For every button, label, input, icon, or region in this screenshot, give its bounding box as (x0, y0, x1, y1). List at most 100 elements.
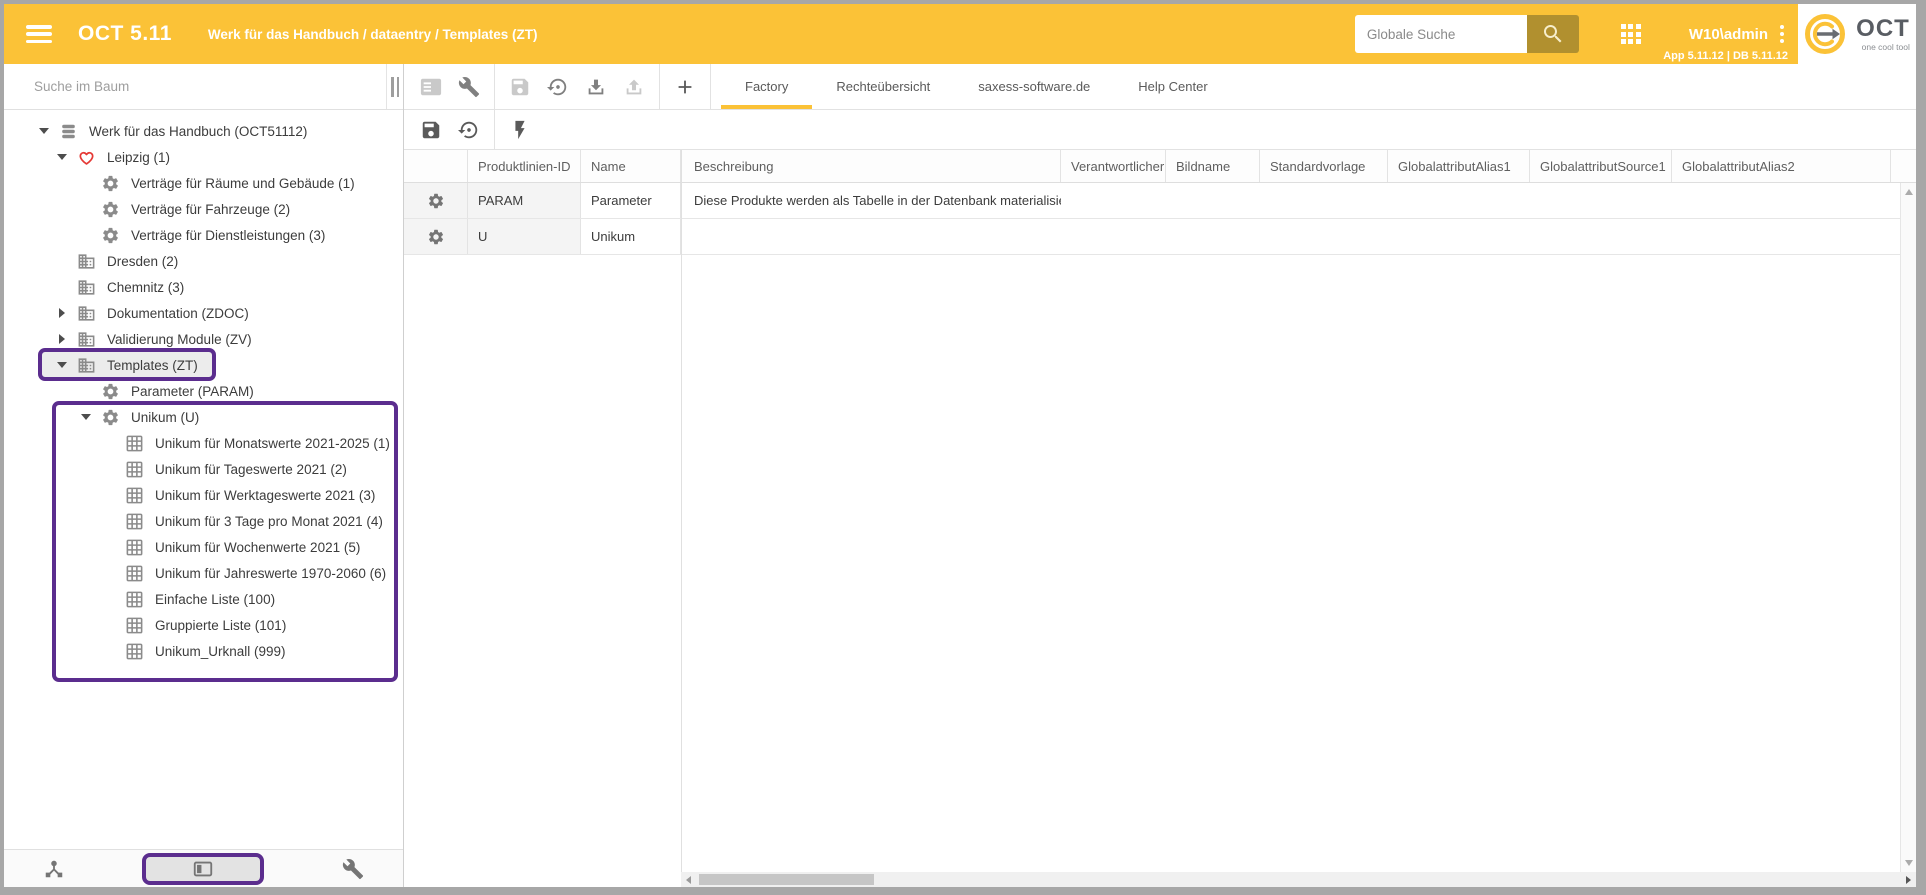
configure-button[interactable] (450, 64, 488, 109)
tree-item-validierung[interactable]: Validierung Module (ZV) (4, 326, 403, 352)
scroll-up-arrow[interactable] (1905, 189, 1913, 195)
save-button[interactable] (412, 110, 450, 149)
oct-logo-icon (1804, 11, 1850, 57)
tree-item-vertraege-dienstleistungen[interactable]: Verträge für Dienstleistungen (3) (4, 222, 403, 248)
row-gear-button[interactable] (404, 219, 468, 254)
download-button[interactable] (577, 64, 615, 109)
upload-button[interactable] (615, 64, 653, 109)
cell-name[interactable]: Unikum (581, 219, 681, 254)
save-button[interactable] (501, 64, 539, 109)
restore-button[interactable] (539, 64, 577, 109)
tree-item-unikum-tageswerte[interactable]: Unikum für Tageswerte 2021 (2) (4, 456, 403, 482)
tree-item-unikum-urknall[interactable]: Unikum_Urknall (999) (4, 638, 403, 664)
grid-header[interactable]: GlobalattributAlias1 (1388, 150, 1530, 182)
search-button[interactable] (1527, 15, 1579, 53)
grid-header[interactable]: Standardvorlage (1260, 150, 1388, 182)
secondary-toolbar (404, 110, 1916, 150)
grid-header[interactable]: GlobalattributAlias2 (1672, 150, 1891, 182)
navigation-tree: Werk für das Handbuch (OCT51112) Leipzig… (4, 110, 403, 849)
hierarchy-view-button[interactable] (43, 858, 65, 880)
table-grid-icon (122, 642, 146, 661)
cell-produktlinien-id[interactable]: U (468, 219, 581, 254)
building-icon (74, 252, 98, 271)
grid-header[interactable]: Beschreibung (681, 150, 1061, 182)
cell-beschreibung[interactable]: Diese Produkte werden als Tabelle in der… (681, 183, 1061, 218)
scroll-right-arrow[interactable] (1906, 876, 1911, 884)
grid-header[interactable]: Verantwortlicher (1061, 150, 1166, 182)
tree-item-unikum-jahreswerte[interactable]: Unikum für Jahreswerte 1970-2060 (6) (4, 560, 403, 586)
caret-right-icon[interactable] (50, 308, 74, 318)
table-grid-icon (122, 538, 146, 557)
tree-item-unikum-wochenwerte[interactable]: Unikum für Wochenwerte 2021 (5) (4, 534, 403, 560)
cell-name[interactable]: Parameter (581, 183, 681, 218)
cell-produktlinien-id[interactable]: PARAM (468, 183, 581, 218)
gear-icon (98, 200, 122, 219)
tree-item-parameter[interactable]: Parameter (PARAM) (4, 378, 403, 404)
table-row[interactable]: PARAM Parameter Diese Produkte werden al… (404, 183, 1916, 219)
data-grid: Produktlinien-ID Name Beschreibung Veran… (404, 150, 1916, 887)
kebab-menu-icon[interactable] (1780, 25, 1784, 43)
tree-item-templates[interactable]: Templates (ZT) (4, 352, 403, 378)
user-menu[interactable]: W10\admin (1689, 25, 1784, 43)
tree-item-unikum-werktageswerte[interactable]: Unikum für Werktageswerte 2021 (3) (4, 482, 403, 508)
tree-item-vertraege-raeume[interactable]: Verträge für Räume und Gebäude (1) (4, 170, 403, 196)
add-button[interactable] (666, 64, 704, 109)
database-icon (56, 122, 80, 141)
main-panel: Factory Rechteübersicht saxess-software.… (404, 64, 1916, 887)
vertical-scrollbar[interactable] (1900, 183, 1916, 872)
panel-splitter-handle[interactable] (391, 77, 399, 97)
table-row[interactable]: U Unikum (404, 219, 1916, 255)
tree-item-vertraege-fahrzeuge[interactable]: Verträge für Fahrzeuge (2) (4, 196, 403, 222)
building-icon (74, 330, 98, 349)
layout-panel-icon (192, 858, 214, 880)
tree-item-werk[interactable]: Werk für das Handbuch (OCT51112) (4, 118, 403, 144)
cell-beschreibung[interactable] (681, 219, 1061, 254)
tree-item-dresden[interactable]: Dresden (2) (4, 248, 403, 274)
gear-icon (427, 228, 445, 246)
tab-rechteuebersicht[interactable]: Rechteübersicht (812, 64, 954, 109)
row-gear-button[interactable] (404, 183, 468, 218)
caret-down-icon[interactable] (32, 128, 56, 134)
tree-item-einfache-liste[interactable]: Einfache Liste (100) (4, 586, 403, 612)
tree-item-chemnitz[interactable]: Chemnitz (3) (4, 274, 403, 300)
tree-item-leipzig[interactable]: Leipzig (1) (4, 144, 403, 170)
grid-header[interactable]: GlobalattributSource1 (1530, 150, 1672, 182)
tools-view-button[interactable] (342, 858, 364, 880)
form-details-button[interactable] (412, 64, 450, 109)
global-search-input[interactable] (1355, 15, 1527, 53)
grid-header[interactable]: Name (581, 150, 681, 182)
grid-header[interactable]: Bildname (1166, 150, 1260, 182)
restore-button[interactable] (450, 110, 488, 149)
breadcrumb: Werk für das Handbuch / dataentry / Temp… (208, 27, 538, 42)
tab-saxess-software[interactable]: saxess-software.de (954, 64, 1114, 109)
search-icon (1541, 22, 1565, 46)
caret-down-icon[interactable] (74, 414, 98, 420)
tree-item-unikum[interactable]: Unikum (U) (4, 404, 403, 430)
scrollbar-thumb[interactable] (699, 874, 874, 885)
tree-search-input[interactable] (34, 79, 374, 94)
grid-header[interactable]: Produktlinien-ID (468, 150, 581, 182)
wrench-icon (342, 858, 364, 880)
tree-item-unikum-monatswerte[interactable]: Unikum für Monatswerte 2021-2025 (1) (4, 430, 403, 456)
caret-down-icon[interactable] (50, 362, 74, 368)
tab-factory[interactable]: Factory (721, 64, 812, 109)
gear-icon (98, 174, 122, 193)
caret-down-icon[interactable] (50, 154, 74, 160)
horizontal-scrollbar[interactable] (681, 872, 1916, 887)
table-grid-icon (122, 512, 146, 531)
scroll-down-arrow[interactable] (1905, 860, 1913, 866)
tree-item-unikum-3tage[interactable]: Unikum für 3 Tage pro Monat 2021 (4) (4, 508, 403, 534)
caret-right-icon[interactable] (50, 334, 74, 344)
flash-button[interactable] (501, 110, 539, 149)
restore-icon (547, 76, 569, 98)
gear-icon (98, 382, 122, 401)
logo-panel: OCT one cool tool (1798, 4, 1916, 64)
menu-icon[interactable] (26, 25, 52, 43)
layout-panel-view-button[interactable] (192, 858, 214, 880)
scroll-left-arrow[interactable] (686, 876, 691, 884)
hierarchy-icon (43, 858, 65, 880)
tree-item-gruppierte-liste[interactable]: Gruppierte Liste (101) (4, 612, 403, 638)
tab-help-center[interactable]: Help Center (1114, 64, 1231, 109)
apps-grid-icon[interactable] (1621, 24, 1641, 44)
tree-item-dokumentation[interactable]: Dokumentation (ZDOC) (4, 300, 403, 326)
